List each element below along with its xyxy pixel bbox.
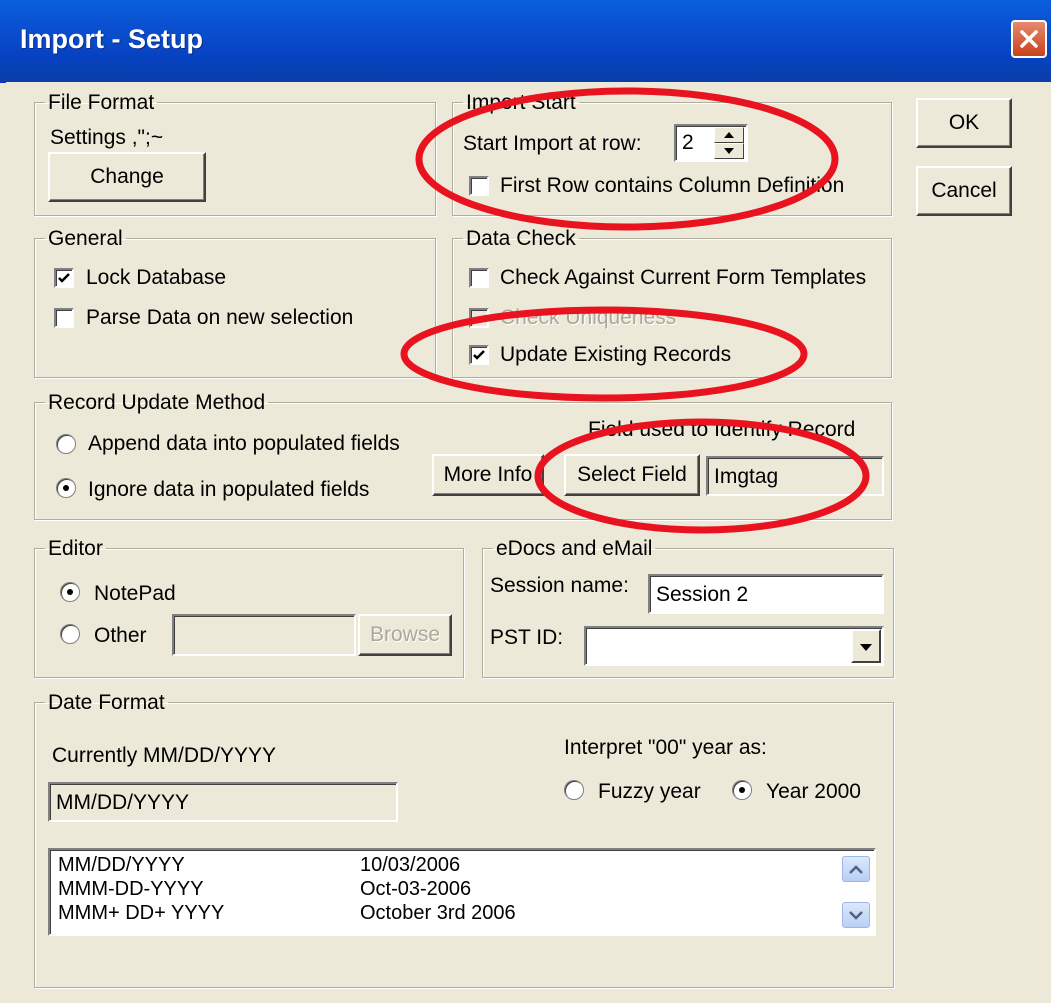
notepad-radio[interactable] — [60, 582, 80, 602]
radio-dot — [67, 589, 73, 595]
currently-format-label: Currently MM/DD/YYYY — [52, 744, 277, 767]
format-code: MM/DD/YYYY — [58, 854, 185, 876]
annotation-ellipse-update-existing — [400, 306, 808, 402]
date-format-list[interactable]: MM/DD/YYYY 10/03/2006 MMM-DD-YYYY Oct-03… — [48, 848, 876, 936]
ok-button[interactable]: OK — [916, 98, 1012, 148]
current-format-value: MM/DD/YYYY — [56, 791, 190, 814]
ignore-radio[interactable] — [56, 478, 76, 498]
title-bar: Import - Setup — [0, 0, 1051, 83]
year-2000-radio[interactable] — [732, 780, 752, 800]
parse-data-label: Parse Data on new selection — [86, 306, 354, 329]
date-format-rows: MM/DD/YYYY 10/03/2006 MMM-DD-YYYY Oct-03… — [58, 853, 818, 933]
editor-legend: Editor — [48, 537, 103, 560]
pst-id-label: PST ID: — [490, 626, 564, 649]
other-radio[interactable] — [60, 624, 80, 644]
annotation-ellipse-select-field — [534, 418, 870, 534]
format-example: October 3rd 2006 — [360, 902, 516, 924]
close-button[interactable] — [1011, 20, 1047, 58]
pst-id-select[interactable] — [584, 626, 884, 666]
other-label: Other — [94, 624, 147, 647]
fuzzy-year-radio[interactable] — [564, 780, 584, 800]
window-title: Import - Setup — [20, 24, 203, 54]
edocs-legend: eDocs and eMail — [496, 537, 653, 560]
append-radio[interactable] — [56, 434, 76, 454]
editor-group: Editor — [34, 538, 464, 678]
fuzzy-year-label: Fuzzy year — [598, 780, 701, 803]
notepad-label: NotePad — [94, 582, 176, 605]
scroll-down-icon — [849, 911, 863, 920]
scroll-up-button[interactable] — [842, 856, 870, 882]
session-name-label: Session name: — [490, 574, 629, 597]
chevron-down-icon — [860, 644, 872, 651]
year-2000-label: Year 2000 — [766, 780, 861, 803]
checkmark-icon — [58, 273, 70, 283]
more-info-button[interactable]: More Info — [432, 454, 544, 496]
format-example: 10/03/2006 — [360, 854, 461, 876]
ignore-label: Ignore data in populated fields — [88, 478, 370, 501]
scroll-up-icon — [849, 865, 863, 874]
session-name-input[interactable]: Session 2 — [648, 574, 884, 614]
annotation-ellipse-import-start — [415, 87, 839, 231]
current-format-field: MM/DD/YYYY — [48, 782, 398, 822]
browse-button: Browse — [358, 614, 452, 656]
lock-database-checkbox[interactable] — [54, 268, 74, 288]
session-name-value: Session 2 — [656, 583, 749, 606]
cancel-button[interactable]: Cancel — [916, 166, 1012, 216]
pst-dropdown-button[interactable] — [851, 629, 881, 663]
general-group: General — [34, 228, 436, 378]
format-code: MMM-DD-YYYY — [58, 878, 204, 900]
parse-data-checkbox[interactable] — [54, 308, 74, 328]
dialog-body: OK Cancel File Format Settings ,";~ Chan… — [6, 82, 1051, 1003]
append-label: Append data into populated fields — [88, 432, 400, 455]
record-update-legend: Record Update Method — [48, 391, 266, 414]
general-legend: General — [48, 227, 123, 250]
file-format-settings: Settings ,";~ — [50, 126, 164, 149]
check-templates-label: Check Against Current Form Templates — [500, 266, 867, 289]
interpret-year-label: Interpret "00" year as: — [564, 736, 767, 759]
date-format-legend: Date Format — [48, 691, 165, 714]
format-example: Oct-03-2006 — [360, 878, 472, 900]
other-editor-input — [172, 614, 356, 656]
radio-dot — [63, 485, 69, 491]
change-button[interactable]: Change — [48, 152, 206, 202]
lock-database-label: Lock Database — [86, 266, 227, 289]
file-format-legend: File Format — [48, 91, 155, 114]
close-icon — [1020, 30, 1038, 48]
radio-dot — [739, 787, 745, 793]
format-code: MMM+ DD+ YYYY — [58, 902, 225, 924]
check-templates-checkbox[interactable] — [469, 268, 489, 288]
scroll-down-button[interactable] — [842, 902, 870, 928]
